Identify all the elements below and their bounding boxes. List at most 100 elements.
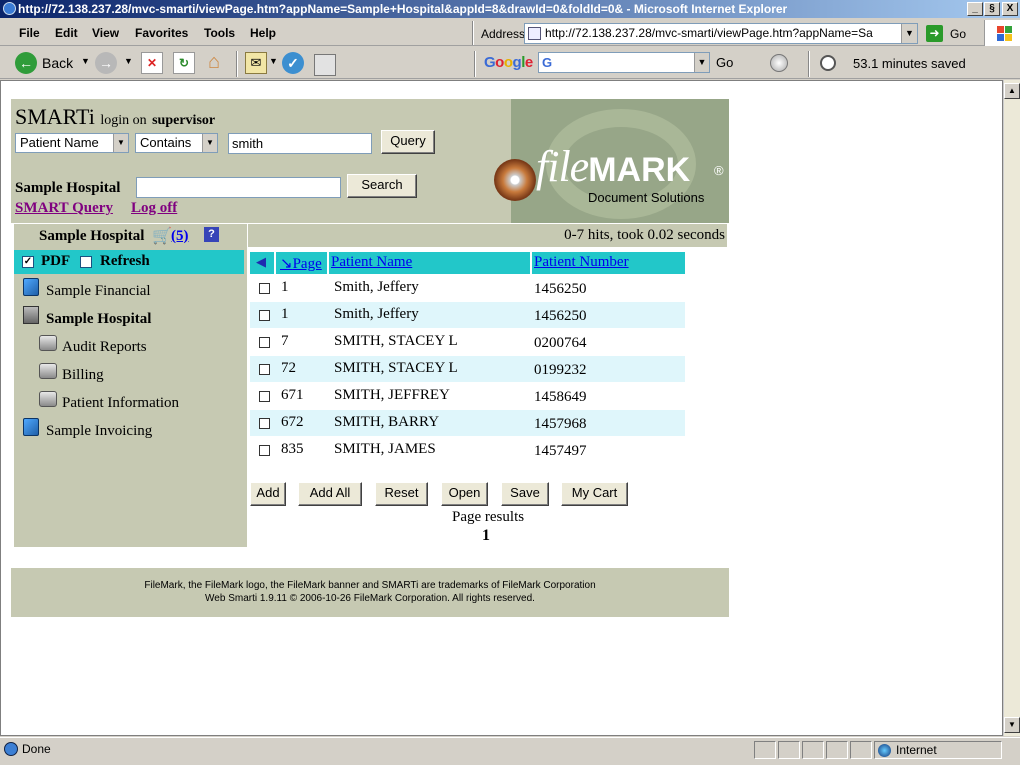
column-header-patient-number[interactable]: Patient Number (534, 254, 629, 271)
sidebar-item-patient-information[interactable]: Patient Information (62, 395, 179, 412)
column-separator (530, 252, 532, 274)
vertical-scrollbar[interactable]: ▲ ▼ (1003, 80, 1020, 736)
menu-file[interactable]: File (19, 26, 40, 40)
patient-name-cell: SMITH, STACEY L (334, 333, 458, 349)
cart-count-link[interactable]: (5) (171, 228, 189, 245)
print-icon[interactable] (314, 54, 336, 76)
scroll-up-icon[interactable]: ▲ (1004, 83, 1020, 99)
refresh-checkbox[interactable] (80, 256, 92, 268)
menu-tools[interactable]: Tools (204, 26, 235, 40)
add-all-button[interactable]: Add All (298, 482, 362, 506)
help-icon[interactable]: ? (204, 227, 219, 242)
row-checkbox[interactable] (259, 337, 270, 348)
patient-name-cell: SMITH, JEFFREY (334, 387, 450, 403)
search-button[interactable]: Search (347, 174, 417, 198)
save-button[interactable]: Save (501, 482, 549, 506)
cart-icon[interactable]: 🛒 (152, 226, 172, 246)
row-checkbox[interactable] (259, 391, 270, 402)
mail-dropdown-icon[interactable]: ▼ (269, 56, 278, 66)
sidebar-item-sample-hospital[interactable]: Sample Hospital (46, 311, 151, 328)
menu-edit[interactable]: Edit (55, 26, 78, 40)
patient-name-cell: SMITH, STACEY L (334, 360, 458, 376)
row-checkbox[interactable] (259, 310, 270, 321)
pdf-label: PDF (41, 253, 71, 269)
address-dropdown-icon[interactable]: ▼ (901, 24, 917, 43)
status-pane (754, 741, 776, 759)
search-input[interactable] (136, 177, 341, 198)
stop-icon[interactable]: ✕ (141, 52, 163, 74)
restore-button[interactable]: § (984, 2, 1000, 16)
menu-help[interactable]: Help (250, 26, 276, 40)
go-button[interactable]: ➜ Go (926, 24, 974, 44)
patient-number-cell: 0200764 (534, 335, 587, 351)
select-all-icon[interactable]: ◀ (256, 254, 266, 270)
row-checkbox[interactable] (259, 418, 270, 429)
zone-text: Internet (896, 743, 937, 757)
forward-arrow-icon[interactable]: → (95, 52, 117, 74)
google-options-icon[interactable] (770, 54, 788, 72)
row-checkbox[interactable] (259, 445, 270, 456)
table-row[interactable]: 7 SMITH, STACEY L 0200764 (250, 329, 685, 355)
sidebar-title: Sample Hospital (39, 228, 145, 244)
my-cart-button[interactable]: My Cart (561, 482, 628, 506)
sidebar-item-sample-invoicing[interactable]: Sample Invoicing (46, 423, 152, 440)
query-input[interactable]: smith (228, 133, 372, 154)
smart-query-link[interactable]: SMART Query (15, 200, 113, 217)
sidebar-item-billing[interactable]: Billing (62, 367, 104, 384)
menu-view[interactable]: View (92, 26, 119, 40)
scroll-down-icon[interactable]: ▼ (1004, 717, 1020, 733)
column-separator (274, 252, 276, 274)
table-row[interactable]: 1 Smith, Jeffery 1456250 (250, 302, 685, 328)
logoff-link[interactable]: Log off (131, 200, 177, 217)
column-header-page[interactable]: ↘Page (280, 254, 322, 273)
column-header-patient-name[interactable]: Patient Name (331, 254, 412, 271)
toolbar-separator (236, 51, 238, 77)
page-cell: 1 (281, 306, 289, 322)
cd-disc-icon (494, 159, 536, 201)
operator-select-value: Contains (140, 135, 192, 150)
time-saved-text: 53.1 minutes saved (853, 56, 966, 71)
row-checkbox[interactable] (259, 283, 270, 294)
row-checkbox[interactable] (259, 364, 270, 375)
google-search-input[interactable]: G ▼ (538, 52, 710, 73)
google-go-button[interactable]: Go (716, 55, 733, 70)
patient-number-cell: 0199232 (534, 362, 587, 378)
page-status-icon (4, 742, 18, 756)
mail-icon[interactable]: ✉ (245, 52, 267, 74)
pdf-checkbox[interactable]: ✓ (22, 256, 34, 268)
table-row[interactable]: 72 SMITH, STACEY L 0199232 (250, 356, 685, 382)
msn-icon[interactable]: ✓ (282, 52, 304, 74)
page-number-link[interactable]: 1 (482, 527, 490, 545)
table-row[interactable]: 671 SMITH, JEFFREY 1458649 (250, 383, 685, 409)
clock-icon[interactable] (820, 55, 836, 71)
reset-button[interactable]: Reset (375, 482, 428, 506)
open-button[interactable]: Open (441, 482, 488, 506)
globe-icon (878, 744, 891, 757)
google-dropdown-icon[interactable]: ▼ (694, 53, 709, 72)
menu-favorites[interactable]: Favorites (135, 26, 188, 40)
back-dropdown-icon[interactable]: ▼ (81, 56, 90, 66)
forward-dropdown-icon[interactable]: ▼ (124, 56, 133, 66)
home-icon[interactable]: ⌂ (203, 51, 225, 73)
table-row[interactable]: 1 Smith, Jeffery 1456250 (250, 275, 685, 301)
menu-separator (472, 21, 474, 45)
drawer-icon (39, 391, 57, 407)
table-row[interactable]: 835 SMITH, JAMES 1457497 (250, 437, 685, 463)
back-label[interactable]: Back (42, 55, 73, 71)
patient-number-cell: 1456250 (534, 281, 587, 297)
page-results-label: Page results (452, 509, 525, 525)
field-select[interactable]: Patient Name ▼ (15, 133, 129, 153)
field-select-value: Patient Name (20, 135, 99, 150)
sidebar-item-sample-financial[interactable]: Sample Financial (46, 283, 151, 300)
query-button[interactable]: Query (381, 130, 435, 154)
refresh-icon[interactable]: ↻ (173, 52, 195, 74)
back-arrow-icon[interactable]: ← (15, 52, 37, 74)
sidebar-item-audit-reports[interactable]: Audit Reports (62, 339, 147, 356)
cabinet-icon (23, 306, 39, 324)
operator-select[interactable]: Contains ▼ (135, 133, 218, 153)
address-input[interactable]: http://72.138.237.28/mvc-smarti/viewPage… (524, 23, 918, 44)
close-button[interactable]: X (1002, 2, 1018, 16)
table-row[interactable]: 672 SMITH, BARRY 1457968 (250, 410, 685, 436)
minimize-button[interactable]: _ (967, 2, 983, 16)
add-button[interactable]: Add (250, 482, 286, 506)
